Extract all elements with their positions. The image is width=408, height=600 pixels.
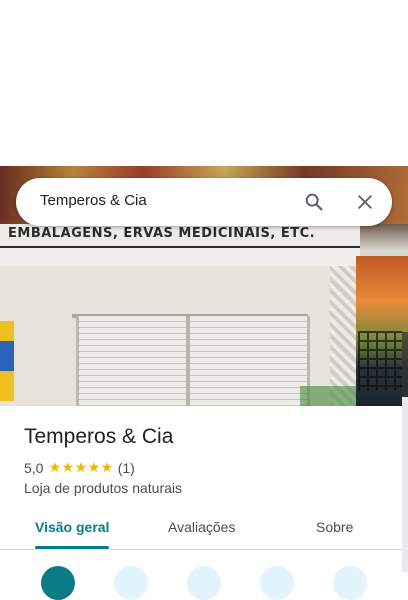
- tab-about[interactable]: Sobre: [316, 519, 353, 535]
- close-icon[interactable]: [351, 188, 379, 216]
- panel-scrollbar[interactable]: [402, 397, 408, 572]
- search-bar[interactable]: Temperos & Cia: [16, 178, 392, 226]
- tab-overview[interactable]: Visão geral: [35, 519, 109, 535]
- review-count[interactable]: (1): [118, 460, 135, 476]
- share-button[interactable]: [333, 566, 367, 600]
- tab-reviews[interactable]: Avaliações: [168, 519, 235, 535]
- rating-row[interactable]: 5,0 ★★★★★ (1): [24, 459, 135, 476]
- star-rating-icon: ★★★★★: [48, 459, 114, 475]
- poster-detail: [0, 341, 14, 371]
- photo-edge: [402, 332, 408, 406]
- directions-button[interactable]: [41, 566, 75, 600]
- rating-value: 5,0: [24, 459, 44, 476]
- place-title: Temperos & Cia: [24, 425, 174, 448]
- awning: [0, 248, 360, 268]
- save-button[interactable]: [114, 566, 148, 600]
- tabs-divider: [0, 549, 408, 550]
- shutter-door: [76, 316, 310, 406]
- floor-tiles: [300, 386, 360, 406]
- search-input[interactable]: Temperos & Cia: [40, 192, 147, 209]
- sign-text: EMBALAGENS, ERVAS MEDICINAIS, ETC.: [8, 226, 316, 241]
- place-info-panel: Temperos & Cia 5,0 ★★★★★ (1) Loja de pro…: [0, 406, 408, 600]
- place-category[interactable]: Loja de produtos naturais: [24, 480, 182, 496]
- send-to-phone-button[interactable]: [260, 566, 294, 600]
- door-divider: [186, 316, 190, 406]
- search-icon[interactable]: [300, 188, 328, 216]
- nearby-button[interactable]: [187, 566, 221, 600]
- window-grille: [358, 331, 402, 391]
